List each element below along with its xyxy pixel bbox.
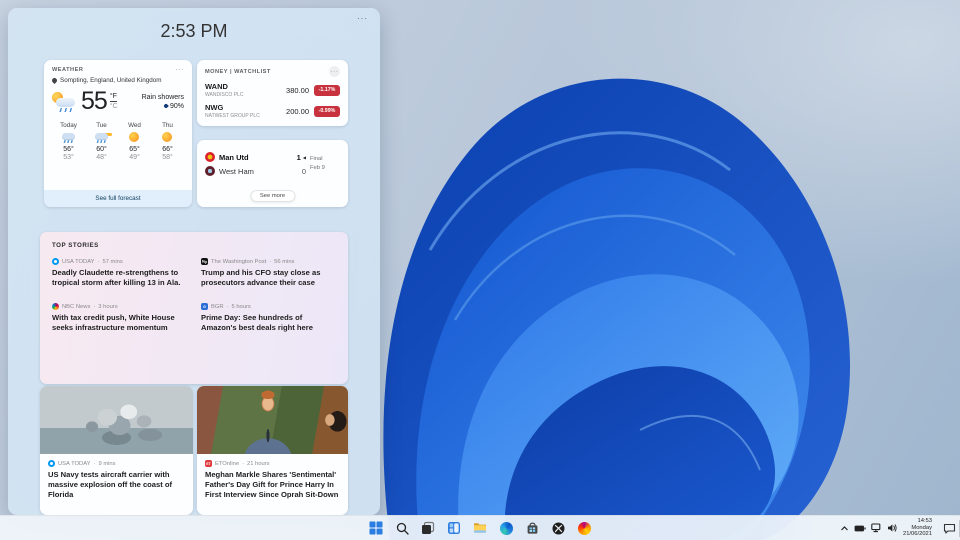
news-headline[interactable]: US Navy tests aircraft carrier with mass…	[48, 470, 185, 500]
edge-icon	[499, 521, 513, 535]
story-item[interactable]: NBC News · 3 hours With tax credit push,…	[52, 303, 187, 333]
store-icon	[527, 522, 537, 534]
washington-post-logo-icon	[201, 258, 208, 265]
forecast-day[interactable]: Tue 60° 48°	[85, 122, 118, 161]
team-row: Man Utd 1 ◀	[205, 150, 310, 164]
harry-and-meghan-image	[197, 386, 348, 454]
file-explorer-button[interactable]	[470, 518, 490, 538]
network-icon[interactable]	[871, 523, 882, 533]
usa-today-logo-icon	[48, 460, 55, 467]
stock-row[interactable]: NWG NATWEST GROUP PLC 200.00 -0.99%	[205, 103, 340, 119]
story-headline[interactable]: Prime Day: See hundreds of Amazon's best…	[201, 313, 336, 333]
battery-icon[interactable]	[854, 524, 866, 533]
task-view-icon	[422, 521, 435, 534]
stock-price: 200.00	[286, 106, 309, 116]
explosion-at-sea-image	[40, 386, 193, 454]
precip-chance: 90%	[169, 102, 184, 110]
team-score: 0	[301, 166, 306, 176]
weather-menu-icon[interactable]: ···	[176, 67, 184, 73]
unit-fahrenheit-toggle[interactable]: °F	[109, 93, 117, 102]
stock-change-badge: -0.99%	[314, 105, 340, 117]
chat-bubble-icon[interactable]	[943, 523, 956, 534]
store-button[interactable]	[522, 518, 542, 538]
weather-condition: Rain showers	[141, 93, 184, 101]
match-status: Final	[310, 156, 323, 163]
firefox-button[interactable]	[574, 518, 594, 538]
edge-button[interactable]	[496, 518, 516, 538]
volume-icon[interactable]	[887, 523, 898, 533]
story-headline[interactable]: Deadly Claudette re-strengthens to tropi…	[52, 268, 187, 288]
forecast-day[interactable]: Wed 65° 49°	[118, 122, 151, 161]
weather-header: WEATHER	[52, 67, 84, 73]
sunny-icon	[128, 132, 141, 143]
money-watchlist-widget[interactable]: MONEY | WATCHLIST ··· WAND WANDISCO PLC …	[197, 60, 348, 126]
sun-cloud-rain-icon	[52, 91, 78, 113]
xbox-button[interactable]	[548, 518, 568, 538]
current-temperature: 55	[81, 87, 108, 115]
stock-row[interactable]: WAND WANDISCO PLC 380.00 -1.17%	[205, 82, 340, 98]
hidden-icons-chevron[interactable]	[840, 524, 849, 533]
rain-sun-icon	[95, 132, 108, 143]
start-button[interactable]	[366, 518, 386, 538]
forecast-day[interactable]: Today 56° 53°	[52, 122, 85, 161]
unit-celsius-toggle[interactable]: °C	[110, 103, 118, 110]
winner-marker-icon: ◀	[302, 154, 306, 160]
start-icon	[369, 521, 383, 535]
desktop: 2:53 PM ··· WEATHER ··· Sompting, Englan…	[0, 0, 960, 540]
story-headline[interactable]: With tax credit push, White House seeks …	[52, 313, 187, 333]
rain-icon	[62, 132, 75, 143]
usa-today-logo-icon	[52, 258, 59, 265]
top-stories-widget: TOP STORIES USA TODAY · 57 mins Deadly C…	[40, 232, 348, 384]
firefox-icon	[577, 521, 591, 535]
see-full-forecast-button[interactable]: See full forecast	[44, 190, 192, 207]
panel-clock: 2:53 PM	[160, 21, 228, 41]
taskbar: 14:53 Monday 21/06/2021	[0, 515, 960, 540]
bgr-logo-icon	[201, 303, 208, 311]
tray-day: Monday	[911, 524, 932, 531]
stock-change-badge: -1.17%	[314, 84, 340, 96]
man-utd-crest-icon	[205, 152, 215, 162]
tray-date: 21/06/2021	[902, 531, 932, 538]
widgets-icon	[448, 522, 460, 534]
location-pin-icon	[50, 76, 59, 85]
nbc-news-logo-icon	[52, 303, 59, 311]
story-item[interactable]: The Washington Post · 56 mins Trump and …	[201, 258, 336, 288]
task-view-button[interactable]	[418, 518, 438, 538]
file-explorer-icon	[474, 523, 486, 533]
precip-drop-icon	[163, 103, 169, 109]
stock-price: 380.00	[286, 85, 309, 95]
team-row: West Ham 0	[205, 164, 310, 178]
weather-location: Sompting, England, United Kingdom	[60, 77, 162, 84]
news-card[interactable]: ETOnline · 21 hours Meghan Markle Shares…	[197, 386, 348, 515]
panel-menu-icon[interactable]: ···	[357, 14, 368, 23]
tray-time: 14:53	[917, 517, 932, 524]
sunny-icon	[161, 132, 174, 143]
news-card[interactable]: USA TODAY · 9 mins US Navy tests aircraf…	[40, 386, 193, 515]
forecast-day[interactable]: Thu 66° 58°	[151, 122, 184, 161]
widgets-panel: 2:53 PM ··· WEATHER ··· Sompting, Englan…	[8, 8, 380, 515]
see-more-button[interactable]: See more	[249, 190, 296, 202]
xbox-icon	[552, 522, 564, 534]
west-ham-crest-icon	[205, 166, 215, 176]
sports-widget[interactable]: Man Utd 1 ◀ West Ham 0 Final Feb 9 See m…	[197, 140, 348, 207]
weather-widget[interactable]: WEATHER ··· Sompting, England, United Ki…	[44, 60, 192, 207]
widgets-button[interactable]	[444, 518, 464, 538]
search-button[interactable]	[392, 518, 412, 538]
team-score: 1 ◀	[296, 152, 306, 162]
money-header: MONEY | WATCHLIST	[205, 68, 271, 75]
news-headline[interactable]: Meghan Markle Shares 'Sentimental' Fathe…	[205, 470, 340, 500]
top-stories-header: TOP STORIES	[52, 242, 99, 249]
story-item[interactable]: USA TODAY · 57 mins Deadly Claudette re-…	[52, 258, 187, 288]
search-icon	[396, 522, 409, 535]
tray-clock[interactable]: 14:53 Monday 21/06/2021	[903, 518, 932, 539]
money-menu-icon[interactable]: ···	[329, 66, 340, 77]
story-item[interactable]: BGR · 5 hours Prime Day: See hundreds of…	[201, 303, 336, 333]
match-date: Feb 9	[310, 165, 325, 171]
story-headline[interactable]: Trump and his CFO stay close as prosecut…	[201, 268, 336, 288]
etonline-logo-icon	[205, 460, 212, 467]
